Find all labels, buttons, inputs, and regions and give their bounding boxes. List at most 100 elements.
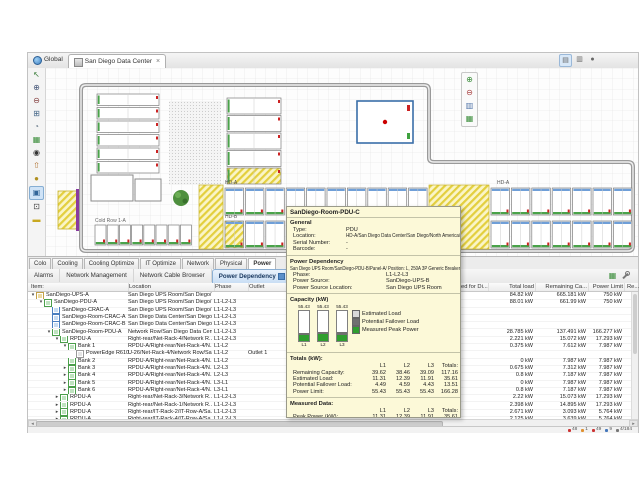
editor-tab[interactable]: San Diego Data Center× — [68, 54, 166, 69]
limit-cell: 7.987 kW — [588, 380, 622, 387]
phase-cell: L1-L2 — [214, 350, 246, 357]
zoom-select-in-icon[interactable]: ⊕ — [464, 74, 476, 86]
close-tab-icon[interactable]: × — [156, 55, 160, 69]
limit-cell: 17.293 kW — [588, 336, 622, 343]
phase-cell: L3-L1 — [214, 380, 246, 387]
column-header-re[interactable]: Re... — [626, 283, 640, 291]
application-window: ▤▥● GlobalSan Diego Data Center× ↖⊕⊖⊞◔▦◉… — [27, 52, 639, 433]
alarm-counter[interactable]: 4/184 — [616, 427, 632, 433]
phase-cell: L1-L2-L3 — [214, 402, 246, 409]
item-name: RPDU-A — [70, 336, 91, 343]
outlet-cell: Outlet 1 — [248, 350, 288, 357]
layout-view-icon[interactable]: ▥ — [464, 100, 476, 112]
grid-value: 55.43 — [386, 389, 410, 395]
item-name: RPDU-A — [70, 394, 91, 401]
zoom-in-icon[interactable]: ⊕ — [30, 82, 43, 94]
remaining-cell: 14.895 kW — [536, 402, 586, 409]
zoom-select-out-icon[interactable]: ⊖ — [464, 87, 476, 99]
status-bar: 48 1 49 9 4/184 — [28, 426, 638, 433]
location-cell: RPDU-A/Right-rear/Net-Rack-4/N... — [128, 372, 212, 379]
tooltip-value: San Diego UPS Room — [386, 285, 442, 291]
column-header-item[interactable]: Item: — [30, 283, 129, 291]
grid-value: 166.28 — [434, 389, 458, 395]
panel-toolbar: ▦ — [608, 271, 630, 280]
phase-cell: L1-L2 — [214, 358, 246, 365]
remaining-cell: 7.987 kW — [536, 380, 586, 387]
rack-grid-icon[interactable]: ▦ — [30, 134, 43, 146]
column-header-outlet[interactable]: Outlet — [248, 283, 291, 291]
lock-icon[interactable]: ● — [30, 173, 43, 185]
panel-tab-label: Alarms — [34, 269, 53, 282]
wrench-icon[interactable] — [621, 271, 630, 280]
column-header-total[interactable]: Total load — [483, 283, 536, 291]
overlay-tool-icon[interactable]: ▣ — [29, 186, 44, 200]
pdu-icon — [68, 387, 76, 394]
alarm-counter[interactable]: 48 — [568, 427, 577, 433]
location-cell: RPDU-A/Right-rear/Net-Rack-4/N... — [128, 358, 212, 365]
equipment-box[interactable] — [91, 175, 133, 201]
crop-icon[interactable]: ⊡ — [30, 201, 43, 213]
pdu-icon — [60, 409, 68, 416]
measured-heading: Measured Data: — [290, 401, 457, 407]
total-cell: 0 kW — [483, 358, 533, 365]
item-name: Bank 4 — [78, 372, 95, 379]
location-cell: Right-rear/IT-Rack-2/IT-Row-A/Sa... — [128, 409, 212, 416]
total-cell: 2.398 kW — [483, 402, 533, 409]
panel-tab-network-cable-browser[interactable]: Network Cable Browser — [134, 269, 212, 282]
pdu-icon — [68, 365, 76, 372]
rotate-view-icon[interactable]: ◔ — [30, 121, 43, 133]
fit-view-icon[interactable]: ⊞ — [30, 108, 43, 120]
cold-row-label: Cold Row 1-A — [95, 218, 127, 224]
pin-editor-icon[interactable]: ▤ — [559, 54, 572, 67]
camera-icon[interactable]: ◉ — [30, 147, 43, 159]
totals-heading: Totals (kW): — [290, 356, 457, 362]
remaining-cell: 665.181 kW — [536, 292, 586, 299]
item-name: Bank 1 — [78, 343, 95, 350]
power-zone-hatch[interactable] — [58, 191, 78, 229]
table-view-icon[interactable]: ▦ — [464, 113, 476, 125]
panel-tab-network-management[interactable]: Network Management — [60, 269, 134, 282]
alarm-counter[interactable]: 49 — [592, 427, 601, 433]
alarm-count: 48 — [572, 427, 577, 433]
location-cell: San Diego Data Center/San Diego/... — [128, 321, 212, 328]
remaining-cell: 7.987 kW — [536, 358, 586, 365]
legend-chip-icon — [352, 318, 360, 326]
alarm-dot-icon — [605, 429, 608, 432]
limit-cell: 750 kW — [588, 299, 622, 306]
export-icon[interactable]: ⇧ — [30, 160, 43, 172]
grid-value: 11.91 — [410, 414, 434, 418]
column-header-location[interactable]: Location — [128, 283, 215, 291]
datacenter-icon — [74, 58, 83, 67]
tooltip-title: SanDiego-Room-PDU-C — [287, 207, 460, 218]
editor-tab[interactable]: Global — [28, 53, 68, 67]
limit-cell: 7.987 kW — [588, 372, 622, 379]
table-settings-icon[interactable]: ▦ — [608, 271, 617, 280]
zoom-out-icon[interactable]: ⊖ — [30, 95, 43, 107]
column-header-phase[interactable]: Phase — [214, 283, 249, 291]
equipment-box[interactable] — [135, 179, 161, 201]
total-cell: 0.375 kW — [483, 343, 533, 350]
total-cell: 28.785 kW — [483, 329, 533, 336]
phase-cell: L1-L2 — [214, 343, 246, 350]
maximize-editor-icon[interactable]: ● — [587, 54, 598, 65]
screen: ▤▥● GlobalSan Diego Data Center× ↖⊕⊖⊞◔▦◉… — [0, 0, 640, 480]
column-header-limit[interactable]: Power Limit — [588, 283, 625, 291]
vertical-scrollbar[interactable] — [631, 292, 638, 419]
item-name: SanDiego-Room-PDU-A — [62, 329, 122, 336]
panel-tab-power-dependency[interactable]: Power Dependency — [212, 269, 292, 283]
ups-unit[interactable] — [357, 101, 413, 143]
alarm-counter[interactable]: 1 — [581, 427, 588, 433]
select-arrow-icon[interactable]: ↖ — [30, 69, 43, 81]
capacity-heading: Capacity (kW) — [290, 297, 457, 303]
phase-cell: L1-L2-L3 — [214, 336, 246, 343]
item-name: RPDU-A — [70, 409, 91, 416]
alarm-counter[interactable]: 9 — [605, 427, 612, 433]
remaining-cell: 15.073 kW — [536, 394, 586, 401]
panel-tab-label: Network Cable Browser — [140, 269, 205, 282]
limit-cell: 7.987 kW — [588, 365, 622, 372]
hd-row-hatch-zone — [199, 185, 223, 249]
measure-icon[interactable]: ▬ — [30, 214, 43, 226]
column-header-remaining[interactable]: Remaining Ca... — [536, 283, 589, 291]
panel-tab-alarms[interactable]: Alarms — [28, 269, 60, 282]
minimize-editor-icon[interactable]: ▥ — [574, 54, 585, 65]
